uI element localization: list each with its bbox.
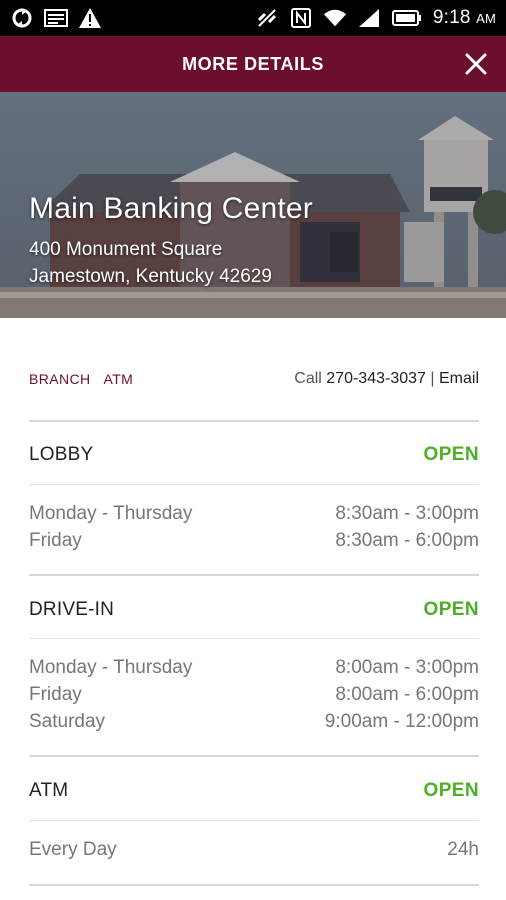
hours-days: Saturday	[29, 711, 106, 732]
battery-icon	[391, 6, 423, 30]
hours-row: Every Day 24h	[29, 836, 479, 863]
hours-time: 8:00am - 6:00pm	[335, 684, 479, 705]
call-label: Call	[294, 370, 322, 387]
hours-days: Monday - Thursday	[29, 657, 193, 678]
status-badge: OPEN	[423, 599, 479, 620]
address-line-1: 400 Monument Square	[29, 239, 223, 260]
no-sync-icon	[255, 6, 279, 30]
divider	[29, 755, 479, 757]
hours-days: Friday	[29, 530, 82, 551]
hours-time: 8:30am - 6:00pm	[335, 530, 479, 551]
warning-icon	[78, 6, 102, 30]
close-button[interactable]	[460, 48, 492, 80]
wifi-icon	[323, 6, 347, 30]
branch-address: 400 Monument Square Jamestown, Kentucky …	[29, 236, 313, 290]
hours-days: Every Day	[29, 839, 117, 860]
hours-time: 8:00am - 3:00pm	[335, 657, 479, 678]
email-link[interactable]: Email	[439, 370, 479, 387]
signal-icon	[357, 6, 381, 30]
status-badge: OPEN	[423, 444, 479, 465]
hours-time: 8:30am - 3:00pm	[335, 503, 479, 524]
hours-row: Saturday 9:00am - 12:00pm	[29, 708, 479, 735]
divider	[29, 484, 479, 485]
hours-list-drive-in: Monday - Thursday 8:00am - 3:00pm Friday…	[29, 654, 479, 735]
section-header-atm: ATM OPEN	[29, 780, 479, 802]
hours-list-atm: Every Day 24h	[29, 836, 479, 863]
status-time: 9:18 AM	[432, 7, 496, 28]
section-title: ATM	[29, 780, 69, 801]
branch-info: Main Banking Center 400 Monument Square …	[29, 192, 313, 290]
hours-row: Friday 8:00am - 6:00pm	[29, 681, 479, 708]
branch-name: Main Banking Center	[29, 192, 313, 225]
tabs-row: BRANCH ATM Call 270-343-3037 | Email	[29, 370, 479, 388]
tab-atm[interactable]: ATM	[104, 371, 134, 387]
divider	[29, 638, 479, 639]
status-badge: OPEN	[423, 780, 479, 801]
status-bar: 9:18 AM	[0, 0, 506, 36]
details-header: MORE DETAILS	[0, 36, 506, 92]
divider	[29, 574, 479, 576]
divider	[29, 420, 479, 422]
section-header-lobby: LOBBY OPEN	[29, 444, 479, 466]
hours-list-lobby: Monday - Thursday 8:30am - 3:00pm Friday…	[29, 500, 479, 554]
hours-days: Friday	[29, 684, 82, 705]
page-title: MORE DETAILS	[182, 53, 324, 74]
address-line-2: Jamestown, Kentucky 42629	[29, 266, 272, 287]
divider	[29, 820, 479, 821]
section-title: LOBBY	[29, 444, 94, 465]
hours-row: Monday - Thursday 8:00am - 3:00pm	[29, 654, 479, 681]
divider	[29, 884, 479, 886]
hours-row: Monday - Thursday 8:30am - 3:00pm	[29, 500, 479, 527]
contact-separator: |	[430, 370, 435, 387]
contact-links: Call 270-343-3037 | Email	[294, 370, 479, 388]
hours-days: Monday - Thursday	[29, 503, 193, 524]
tab-branch[interactable]: BRANCH	[29, 371, 91, 387]
hours-row: Friday 8:30am - 6:00pm	[29, 527, 479, 554]
hours-time: 24h	[447, 839, 479, 860]
section-header-drive-in: DRIVE-IN OPEN	[29, 599, 479, 621]
branch-hero: Main Banking Center 400 Monument Square …	[0, 92, 506, 318]
nfc-icon	[289, 6, 313, 30]
section-title: DRIVE-IN	[29, 599, 114, 620]
card-icon	[44, 6, 68, 30]
hours-time: 9:00am - 12:00pm	[324, 711, 479, 732]
sync-icon	[10, 6, 34, 30]
close-icon	[465, 53, 487, 75]
phone-link[interactable]: 270-343-3037	[326, 370, 426, 387]
